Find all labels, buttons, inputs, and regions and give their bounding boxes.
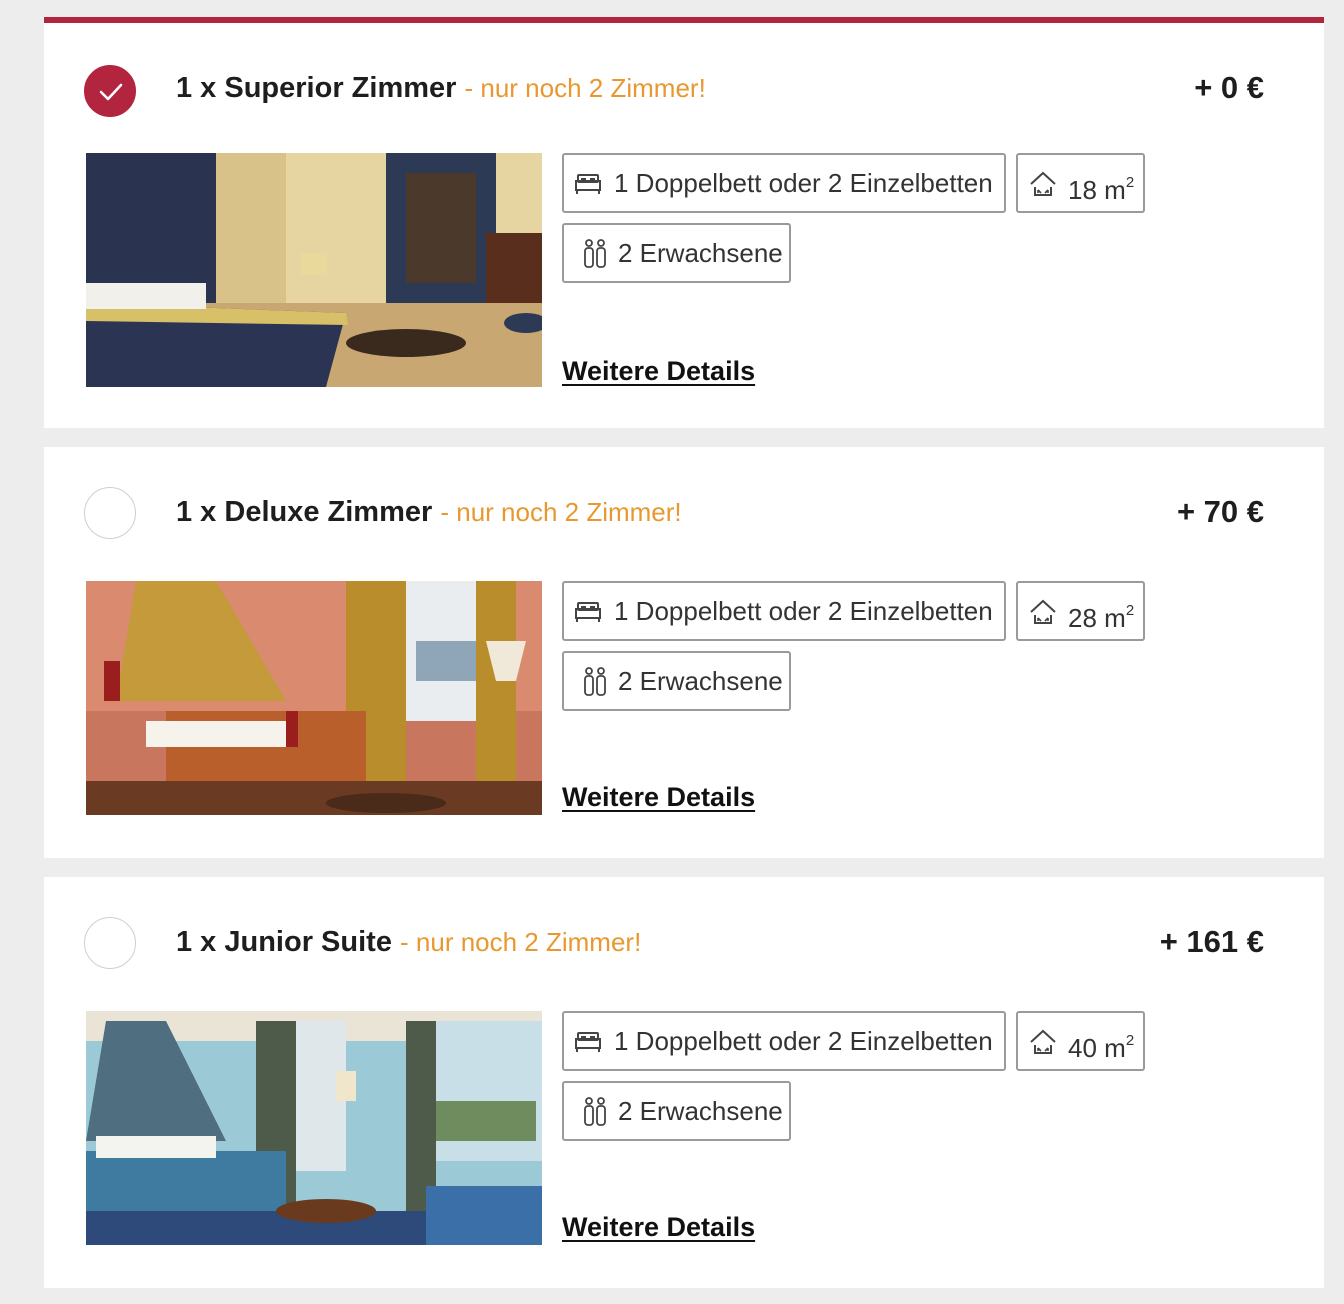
- room-select-radio[interactable]: [84, 487, 136, 539]
- room-photo[interactable]: [86, 1011, 542, 1245]
- size-unit-exponent: 2: [1125, 602, 1135, 619]
- size-value: 28 m: [1068, 603, 1126, 633]
- size-chip: 28 m2: [1016, 581, 1145, 641]
- beds-label: 1 Doppelbett oder 2 Einzelbetten: [614, 168, 993, 198]
- room-card-junior-suite[interactable]: 1 x Junior Suite - nur noch 2 Zimmer! + …: [44, 877, 1324, 1288]
- bed-icon: [575, 602, 601, 622]
- size-unit-exponent: 2: [1125, 174, 1135, 191]
- guests-chip: 2 Erwachsene: [562, 651, 791, 711]
- more-details-link[interactable]: Weitere Details: [562, 1212, 755, 1243]
- room-name: 1 x Junior Suite: [176, 926, 392, 958]
- adults-icon: [584, 239, 606, 268]
- guests-label: 2 Erwachsene: [618, 666, 783, 696]
- bed-icon: [575, 174, 601, 194]
- beds-chip: 1 Doppelbett oder 2 Einzelbetten: [562, 153, 1006, 213]
- room-select-radio[interactable]: [84, 65, 136, 117]
- room-card-deluxe[interactable]: 1 x Deluxe Zimmer - nur noch 2 Zimmer! +…: [44, 447, 1324, 858]
- size-chip: 40 m2: [1016, 1011, 1145, 1071]
- guests-label: 2 Erwachsene: [618, 238, 783, 268]
- availability-note: - nur noch 2 Zimmer!: [400, 927, 642, 957]
- bed-icon: [575, 1032, 601, 1052]
- beds-label: 1 Doppelbett oder 2 Einzelbetten: [614, 596, 993, 626]
- beds-chip: 1 Doppelbett oder 2 Einzelbetten: [562, 581, 1006, 641]
- room-card-superior[interactable]: 1 x Superior Zimmer - nur noch 2 Zimmer!…: [44, 17, 1324, 428]
- availability-note: - nur noch 2 Zimmer!: [440, 497, 682, 527]
- size-unit-exponent: 2: [1125, 1032, 1135, 1049]
- room-title: 1 x Superior Zimmer - nur noch 2 Zimmer!: [176, 70, 706, 106]
- beds-chip: 1 Doppelbett oder 2 Einzelbetten: [562, 1011, 1006, 1071]
- guests-chip: 2 Erwachsene: [562, 223, 791, 283]
- guests-label: 2 Erwachsene: [618, 1096, 783, 1126]
- room-title: 1 x Junior Suite - nur noch 2 Zimmer!: [176, 924, 641, 960]
- room-size-icon: [1030, 171, 1056, 196]
- more-details-link[interactable]: Weitere Details: [562, 356, 755, 387]
- size-value: 40 m: [1068, 1033, 1126, 1063]
- adults-icon: [584, 1097, 606, 1126]
- room-photo[interactable]: [86, 153, 542, 387]
- room-title: 1 x Deluxe Zimmer - nur noch 2 Zimmer!: [176, 494, 682, 530]
- beds-label: 1 Doppelbett oder 2 Einzelbetten: [614, 1026, 993, 1056]
- room-photo[interactable]: [86, 581, 542, 815]
- room-size-icon: [1030, 1029, 1056, 1054]
- room-price: + 161 €: [1159, 924, 1264, 959]
- room-size-icon: [1030, 599, 1056, 624]
- adults-icon: [584, 667, 606, 696]
- checkmark-icon: [99, 83, 123, 101]
- size-chip: 18 m2: [1016, 153, 1145, 213]
- availability-note: - nur noch 2 Zimmer!: [464, 73, 706, 103]
- room-price: + 70 €: [1176, 494, 1264, 529]
- room-select-radio[interactable]: [84, 917, 136, 969]
- room-name: 1 x Deluxe Zimmer: [176, 496, 433, 528]
- guests-chip: 2 Erwachsene: [562, 1081, 791, 1141]
- room-name: 1 x Superior Zimmer: [176, 72, 457, 104]
- size-value: 18 m: [1068, 175, 1126, 205]
- room-price: + 0 €: [1194, 70, 1264, 105]
- more-details-link[interactable]: Weitere Details: [562, 782, 755, 813]
- room-list: 1 x Superior Zimmer - nur noch 2 Zimmer!…: [44, 17, 1324, 1304]
